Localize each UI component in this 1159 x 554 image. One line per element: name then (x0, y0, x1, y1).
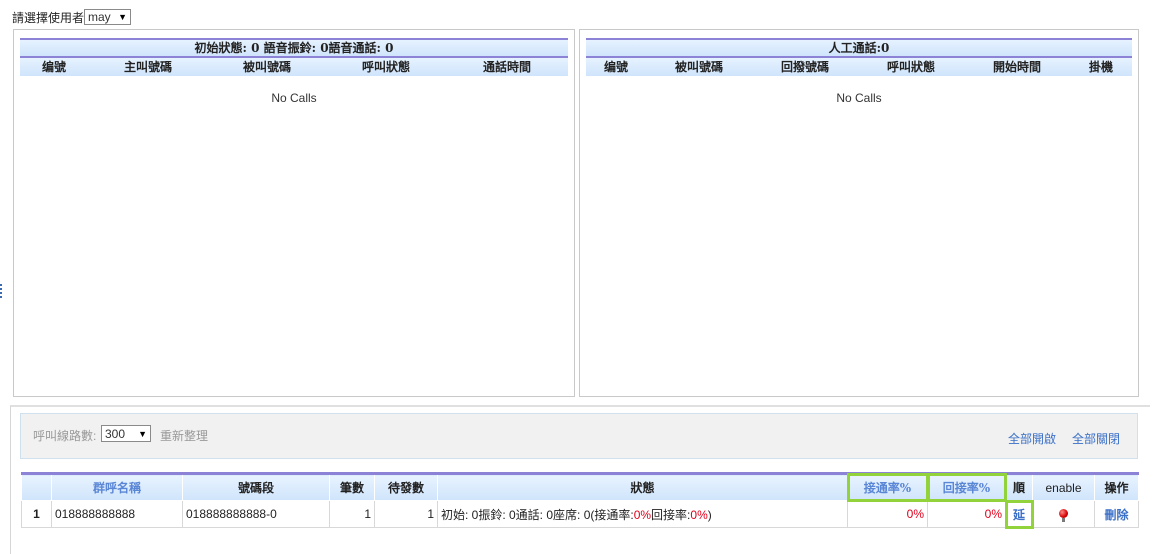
column-header: 呼叫狀態 (886, 60, 935, 74)
auto-calls-panel: 初始狀態: 0 語音振鈴: 0語音通話: 0 编號 主叫號碼 被叫號碼 呼叫狀態… (13, 29, 575, 397)
group-name-cell: 018888888888 (51, 500, 183, 528)
column-header: 被叫號碼 (674, 60, 723, 74)
user-select[interactable]: may ▼ (84, 9, 132, 25)
auto-calls-title: 初始狀態: 0 語音振鈴: 0語音通話: 0 (20, 38, 568, 56)
status-callback-rate: 0% (690, 507, 708, 522)
column-header: 呼叫狀態 (361, 60, 410, 74)
status-text: 回接率: (651, 507, 691, 522)
table-row: 1 018888888888 018888888888-0 1 1 初始: 0振… (21, 499, 1139, 529)
user-selector-row: 請選擇使用者 may ▼ (12, 7, 132, 27)
column-header: 回撥號碼 (780, 60, 829, 74)
column-header: 被叫號碼 (242, 60, 291, 74)
call-lines-select[interactable]: 300 ▼ (101, 425, 151, 442)
column-header: 狀態 (437, 472, 848, 501)
row-index: 1 (21, 500, 52, 528)
column-header: 通話時間 (482, 60, 531, 74)
user-select-value: may (88, 10, 111, 24)
open-all-link[interactable]: 全部開啟 (1008, 430, 1056, 447)
manual-calls-title: 人工通話:0 (586, 38, 1132, 56)
status-text: ) (707, 507, 712, 522)
column-header: 掛機 (1088, 60, 1113, 74)
status-text: 初始: 0振鈴: 0通話: 0座席: 0(接通率: (441, 507, 634, 522)
table-header-row: 群呼名稱 號碼段 筆數 待發數 狀態 接通率% 回接率% 順 enable 操作 (21, 472, 1139, 502)
column-header-callback-rate[interactable]: 回接率% (926, 472, 1007, 502)
column-header: 编號 (41, 60, 66, 74)
column-header (21, 472, 52, 501)
pending-cell: 1 (374, 500, 438, 528)
column-header: 主叫號碼 (123, 60, 172, 74)
column-header: enable (1032, 472, 1095, 501)
user-select-label: 請選擇使用者 (12, 10, 85, 25)
callback-rate-cell: 0% (927, 500, 1006, 528)
number-range-cell: 018888888888-0 (182, 500, 330, 528)
chevron-down-icon: ▼ (118, 12, 128, 22)
no-calls-text: No Calls (836, 91, 882, 105)
status-cell: 初始: 0振鈴: 0通話: 0座席: 0(接通率:0%回接率:0%) (437, 500, 848, 528)
column-header-group-name[interactable]: 群呼名稱 (51, 472, 183, 501)
column-header: 筆數 (329, 472, 375, 501)
column-header: 编號 (603, 60, 628, 74)
delete-link[interactable]: 刪除 (1094, 500, 1139, 528)
auto-calls-column-header: 编號 主叫號碼 被叫號碼 呼叫狀態 通話時間 (20, 56, 568, 76)
red-bulb-icon[interactable] (1059, 509, 1068, 522)
column-header: 順 (1005, 472, 1033, 501)
column-header-connect-rate[interactable]: 接通率% (846, 472, 929, 502)
connect-rate-cell: 0% (847, 500, 928, 528)
manual-calls-panel: 人工通話:0 编號 被叫號碼 回撥號碼 呼叫狀態 開始時間 掛機 No Call… (579, 29, 1139, 397)
column-header: 開始時間 (992, 60, 1041, 74)
order-toggle-link[interactable]: 延 (1004, 499, 1034, 529)
count-cell: 1 (329, 500, 375, 528)
call-lines-label: 呼叫線路數: (33, 429, 97, 443)
no-calls-text: No Calls (271, 91, 317, 105)
sidebar-resize-handle[interactable] (0, 284, 5, 298)
close-all-link[interactable]: 全部關閉 (1072, 430, 1120, 447)
group-toolbar: 呼叫線路數: 300 ▼ 重新整理 全部開啟 全部關閉 (20, 413, 1138, 459)
status-connect-rate: 0% (633, 507, 652, 522)
enable-cell[interactable] (1032, 500, 1095, 528)
column-header: 號碼段 (182, 472, 330, 501)
group-call-table: 群呼名稱 號碼段 筆數 待發數 狀態 接通率% 回接率% 順 enable 操作… (21, 472, 1139, 529)
manual-calls-column-header: 编號 被叫號碼 回撥號碼 呼叫狀態 開始時間 掛機 (586, 56, 1132, 76)
column-header: 待發數 (374, 472, 438, 501)
column-header: 操作 (1094, 472, 1139, 501)
refresh-button[interactable]: 重新整理 (160, 427, 208, 444)
chevron-down-icon: ▼ (138, 428, 147, 439)
call-lines-value: 300 (105, 426, 126, 441)
